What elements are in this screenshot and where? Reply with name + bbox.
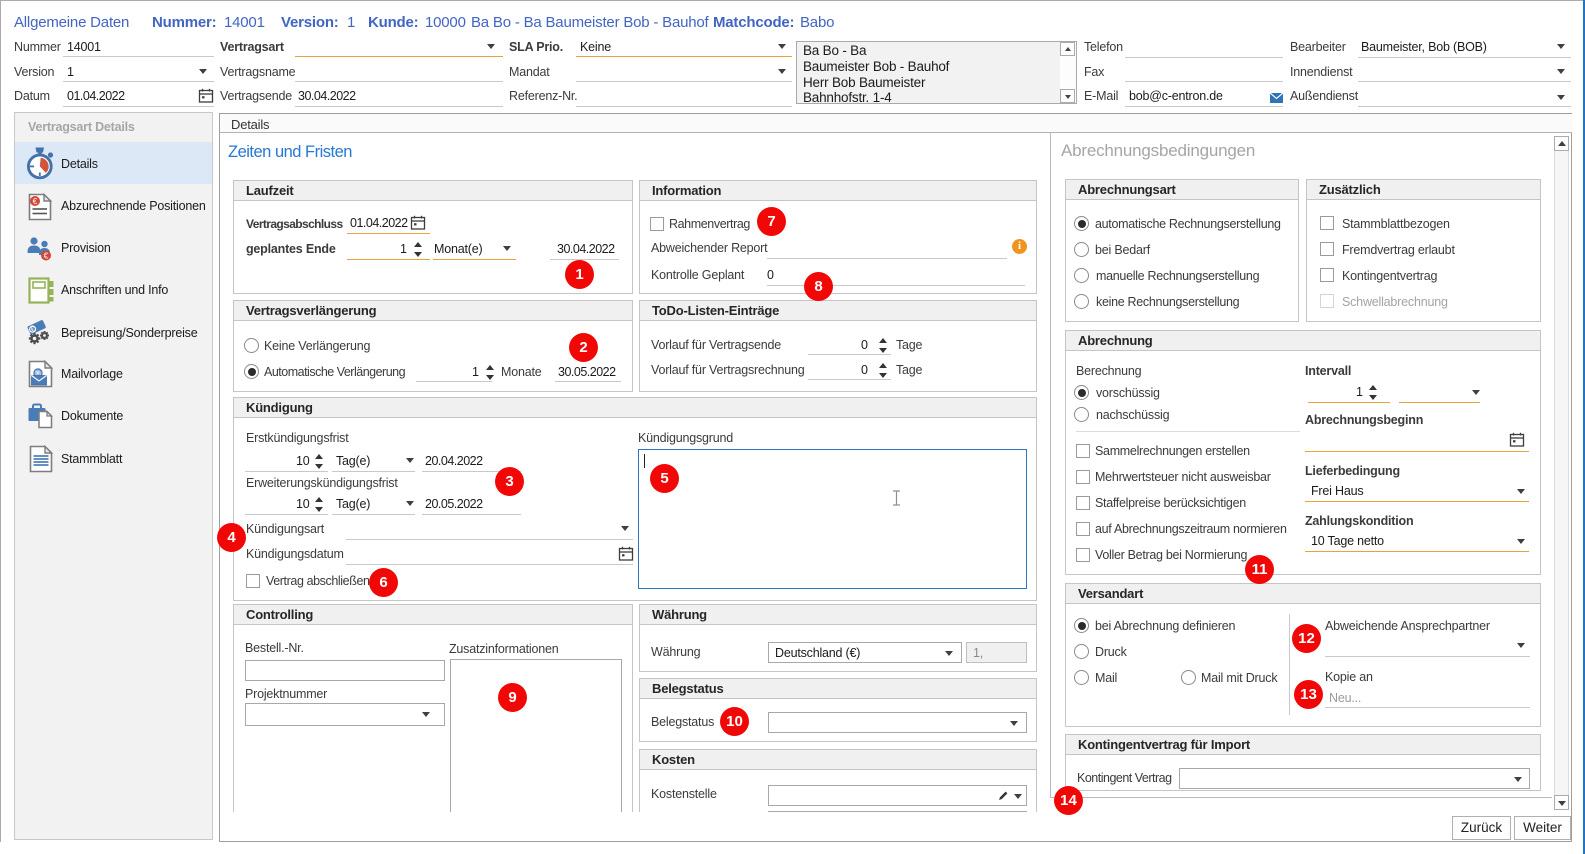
svg-text:€: € [44,251,49,261]
svg-text:€: € [33,196,38,206]
